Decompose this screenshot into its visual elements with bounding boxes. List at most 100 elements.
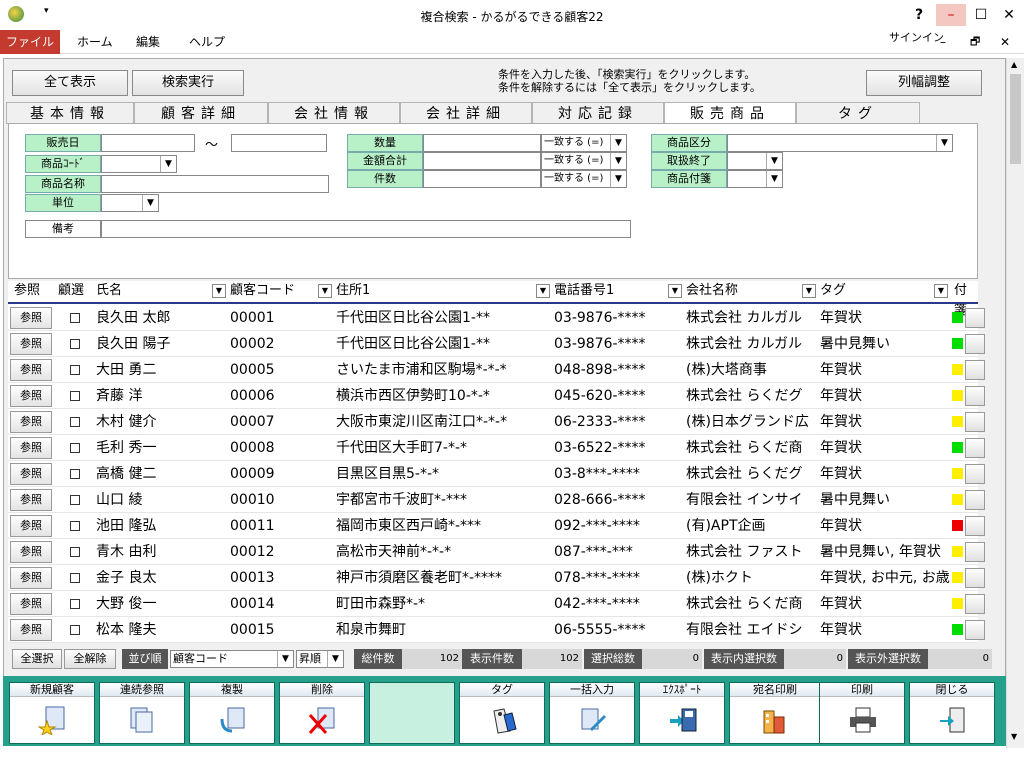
tab-basic-info[interactable]: 基本情報 bbox=[6, 102, 134, 124]
table-row[interactable]: 参照 斉藤 洋 00006 横浜市西区伊勢町10-*-* 045-620-**** 株式会… bbox=[8, 383, 985, 409]
ribbon-minimize-button[interactable]: – bbox=[936, 30, 950, 54]
select-checkbox[interactable] bbox=[70, 313, 80, 323]
sticky-button[interactable] bbox=[965, 386, 985, 406]
filter-dropdown-icon[interactable]: ▼ bbox=[318, 284, 332, 298]
continuous-ref-button[interactable]: 連続参照 bbox=[99, 682, 185, 744]
select-checkbox[interactable] bbox=[70, 469, 80, 479]
filter-dropdown-icon[interactable]: ▼ bbox=[934, 284, 948, 298]
ref-button[interactable]: 参照 bbox=[10, 567, 52, 589]
table-row[interactable]: 参照 池田 隆弘 00011 福岡市東区西戸崎*-*** 092-***-**** (有)… bbox=[8, 513, 985, 539]
sticky-button[interactable] bbox=[965, 438, 985, 458]
filter-dropdown-icon[interactable]: ▼ bbox=[668, 284, 682, 298]
scroll-up-arrow-icon[interactable]: ▲ bbox=[1011, 60, 1017, 69]
sticky-button[interactable] bbox=[965, 308, 985, 328]
header-phone[interactable]: 電話番号1 bbox=[554, 281, 615, 301]
ref-button[interactable]: 参照 bbox=[10, 411, 52, 433]
sticky-button[interactable] bbox=[965, 412, 985, 432]
ref-button[interactable]: 参照 bbox=[10, 593, 52, 615]
table-row[interactable]: 参照 金子 良太 00013 神戸市須磨区養老町*-**** 078-***-**** (… bbox=[8, 565, 985, 591]
select-checkbox[interactable] bbox=[70, 625, 80, 635]
new-customer-button[interactable]: 新規顧客 bbox=[9, 682, 95, 744]
header-code[interactable]: 顧客コード bbox=[230, 281, 296, 301]
table-row[interactable]: 参照 良久田 太郎 00001 千代田区日比谷公園1-** 03-9876-**** 株式… bbox=[8, 305, 985, 331]
sticky-button[interactable] bbox=[965, 516, 985, 536]
product-code-select[interactable]: ▼ bbox=[101, 155, 177, 173]
header-tag[interactable]: タグ bbox=[820, 281, 847, 301]
ref-button[interactable]: 参照 bbox=[10, 333, 52, 355]
header-company[interactable]: 会社名称 bbox=[686, 281, 739, 301]
tab-sales-products[interactable]: 販売商品 bbox=[664, 102, 796, 124]
menu-help[interactable]: ヘルプ bbox=[176, 30, 238, 54]
ref-button[interactable]: 参照 bbox=[10, 541, 52, 563]
ref-button[interactable]: 参照 bbox=[10, 385, 52, 407]
ref-button[interactable]: 参照 bbox=[10, 307, 52, 329]
search-button[interactable]: 検索実行 bbox=[132, 70, 244, 96]
deselect-all-button[interactable]: 全解除 bbox=[64, 649, 116, 669]
sort-order-select[interactable]: 昇順 ▼ bbox=[296, 650, 344, 668]
minimize-button[interactable]: – bbox=[936, 4, 966, 26]
tab-tags[interactable]: タグ bbox=[796, 102, 920, 124]
discontinued-select[interactable]: ▼ bbox=[727, 152, 783, 170]
sticky-button[interactable] bbox=[965, 490, 985, 510]
menu-file[interactable]: ファイル bbox=[0, 30, 60, 54]
table-row[interactable]: 参照 高橋 健二 00009 目黒区目黒5-*-* 03-8***-**** 株式会社 ら… bbox=[8, 461, 985, 487]
sticky-button[interactable] bbox=[965, 464, 985, 484]
quantity-match-select[interactable]: 一致する (=) ▼ bbox=[541, 134, 627, 152]
maximize-button[interactable]: ☐ bbox=[966, 4, 996, 26]
menu-edit[interactable]: 編集 bbox=[123, 30, 173, 54]
vertical-scrollbar[interactable]: ▲ ▼ bbox=[1006, 58, 1024, 748]
ref-button[interactable]: 参照 bbox=[10, 619, 52, 641]
count-input[interactable] bbox=[423, 170, 541, 188]
delete-button[interactable]: 削除 bbox=[279, 682, 365, 744]
ref-button[interactable]: 参照 bbox=[10, 515, 52, 537]
select-checkbox[interactable] bbox=[70, 599, 80, 609]
tag-button[interactable]: タグ bbox=[459, 682, 545, 744]
table-row[interactable]: 参照 大野 俊一 00014 町田市森野*-* 042-***-**** 株式会社 らくだ… bbox=[8, 591, 985, 617]
tab-company-detail[interactable]: 会社詳細 bbox=[400, 102, 532, 124]
print-button[interactable]: 印刷 bbox=[819, 682, 905, 744]
ref-button[interactable]: 参照 bbox=[10, 463, 52, 485]
header-name[interactable]: 氏名 bbox=[96, 281, 123, 301]
sticky-button[interactable] bbox=[965, 360, 985, 380]
show-all-button[interactable]: 全て表示 bbox=[12, 70, 128, 96]
unit-select[interactable]: ▼ bbox=[101, 194, 159, 212]
export-button[interactable]: ｴｸｽﾎﾟｰﾄ bbox=[639, 682, 725, 744]
table-row[interactable]: 参照 木村 健介 00007 大阪市東淀川区南江口*-*-* 06-2333-**** (… bbox=[8, 409, 985, 435]
address-print-button[interactable]: 宛名印刷 bbox=[729, 682, 821, 744]
table-row[interactable]: 参照 山口 綾 00010 宇都宮市千波町*-*** 028-666-**** 有限会社 … bbox=[8, 487, 985, 513]
amount-match-select[interactable]: 一致する (=) ▼ bbox=[541, 152, 627, 170]
filter-dropdown-icon[interactable]: ▼ bbox=[536, 284, 550, 298]
tab-company-info[interactable]: 会社情報 bbox=[268, 102, 400, 124]
ref-button[interactable]: 参照 bbox=[10, 489, 52, 511]
ribbon-close-button[interactable]: ✕ bbox=[996, 30, 1014, 54]
tab-contact-record[interactable]: 対応記録 bbox=[532, 102, 664, 124]
product-category-select[interactable]: ▼ bbox=[727, 134, 953, 152]
select-checkbox[interactable] bbox=[70, 365, 80, 375]
sale-date-to-input[interactable] bbox=[231, 134, 327, 152]
product-name-input[interactable] bbox=[101, 175, 329, 193]
sticky-button[interactable] bbox=[965, 542, 985, 562]
bulk-input-button[interactable]: 一括入力 bbox=[549, 682, 635, 744]
sort-field-select[interactable]: 顧客コード ▼ bbox=[170, 650, 294, 668]
select-checkbox[interactable] bbox=[70, 339, 80, 349]
column-adjust-button[interactable]: 列幅調整 bbox=[866, 70, 982, 96]
select-checkbox[interactable] bbox=[70, 547, 80, 557]
sticky-button[interactable] bbox=[965, 334, 985, 354]
close-window-button[interactable]: 閉じる bbox=[909, 682, 995, 744]
ref-button[interactable]: 参照 bbox=[10, 437, 52, 459]
table-row[interactable]: 参照 松本 隆夫 00015 和泉市舞町 06-5555-**** 有限会社 エイドシ 年賀… bbox=[8, 617, 985, 643]
sticky-button[interactable] bbox=[965, 620, 985, 640]
select-checkbox[interactable] bbox=[70, 391, 80, 401]
select-checkbox[interactable] bbox=[70, 573, 80, 583]
select-checkbox[interactable] bbox=[70, 495, 80, 505]
sticky-button[interactable] bbox=[965, 568, 985, 588]
select-checkbox[interactable] bbox=[70, 443, 80, 453]
tab-customer-detail[interactable]: 顧客詳細 bbox=[134, 102, 268, 124]
table-row[interactable]: 参照 大田 勇二 00005 さいたま市浦和区駒場*-*-* 048-898-**** (… bbox=[8, 357, 985, 383]
remarks-input[interactable] bbox=[101, 220, 631, 238]
duplicate-button[interactable]: 複製 bbox=[189, 682, 275, 744]
sale-date-from-input[interactable] bbox=[101, 134, 195, 152]
sticky-button[interactable] bbox=[965, 594, 985, 614]
table-row[interactable]: 参照 良久田 陽子 00002 千代田区日比谷公園1-** 03-9876-**** 株式… bbox=[8, 331, 985, 357]
filter-dropdown-icon[interactable]: ▼ bbox=[212, 284, 226, 298]
